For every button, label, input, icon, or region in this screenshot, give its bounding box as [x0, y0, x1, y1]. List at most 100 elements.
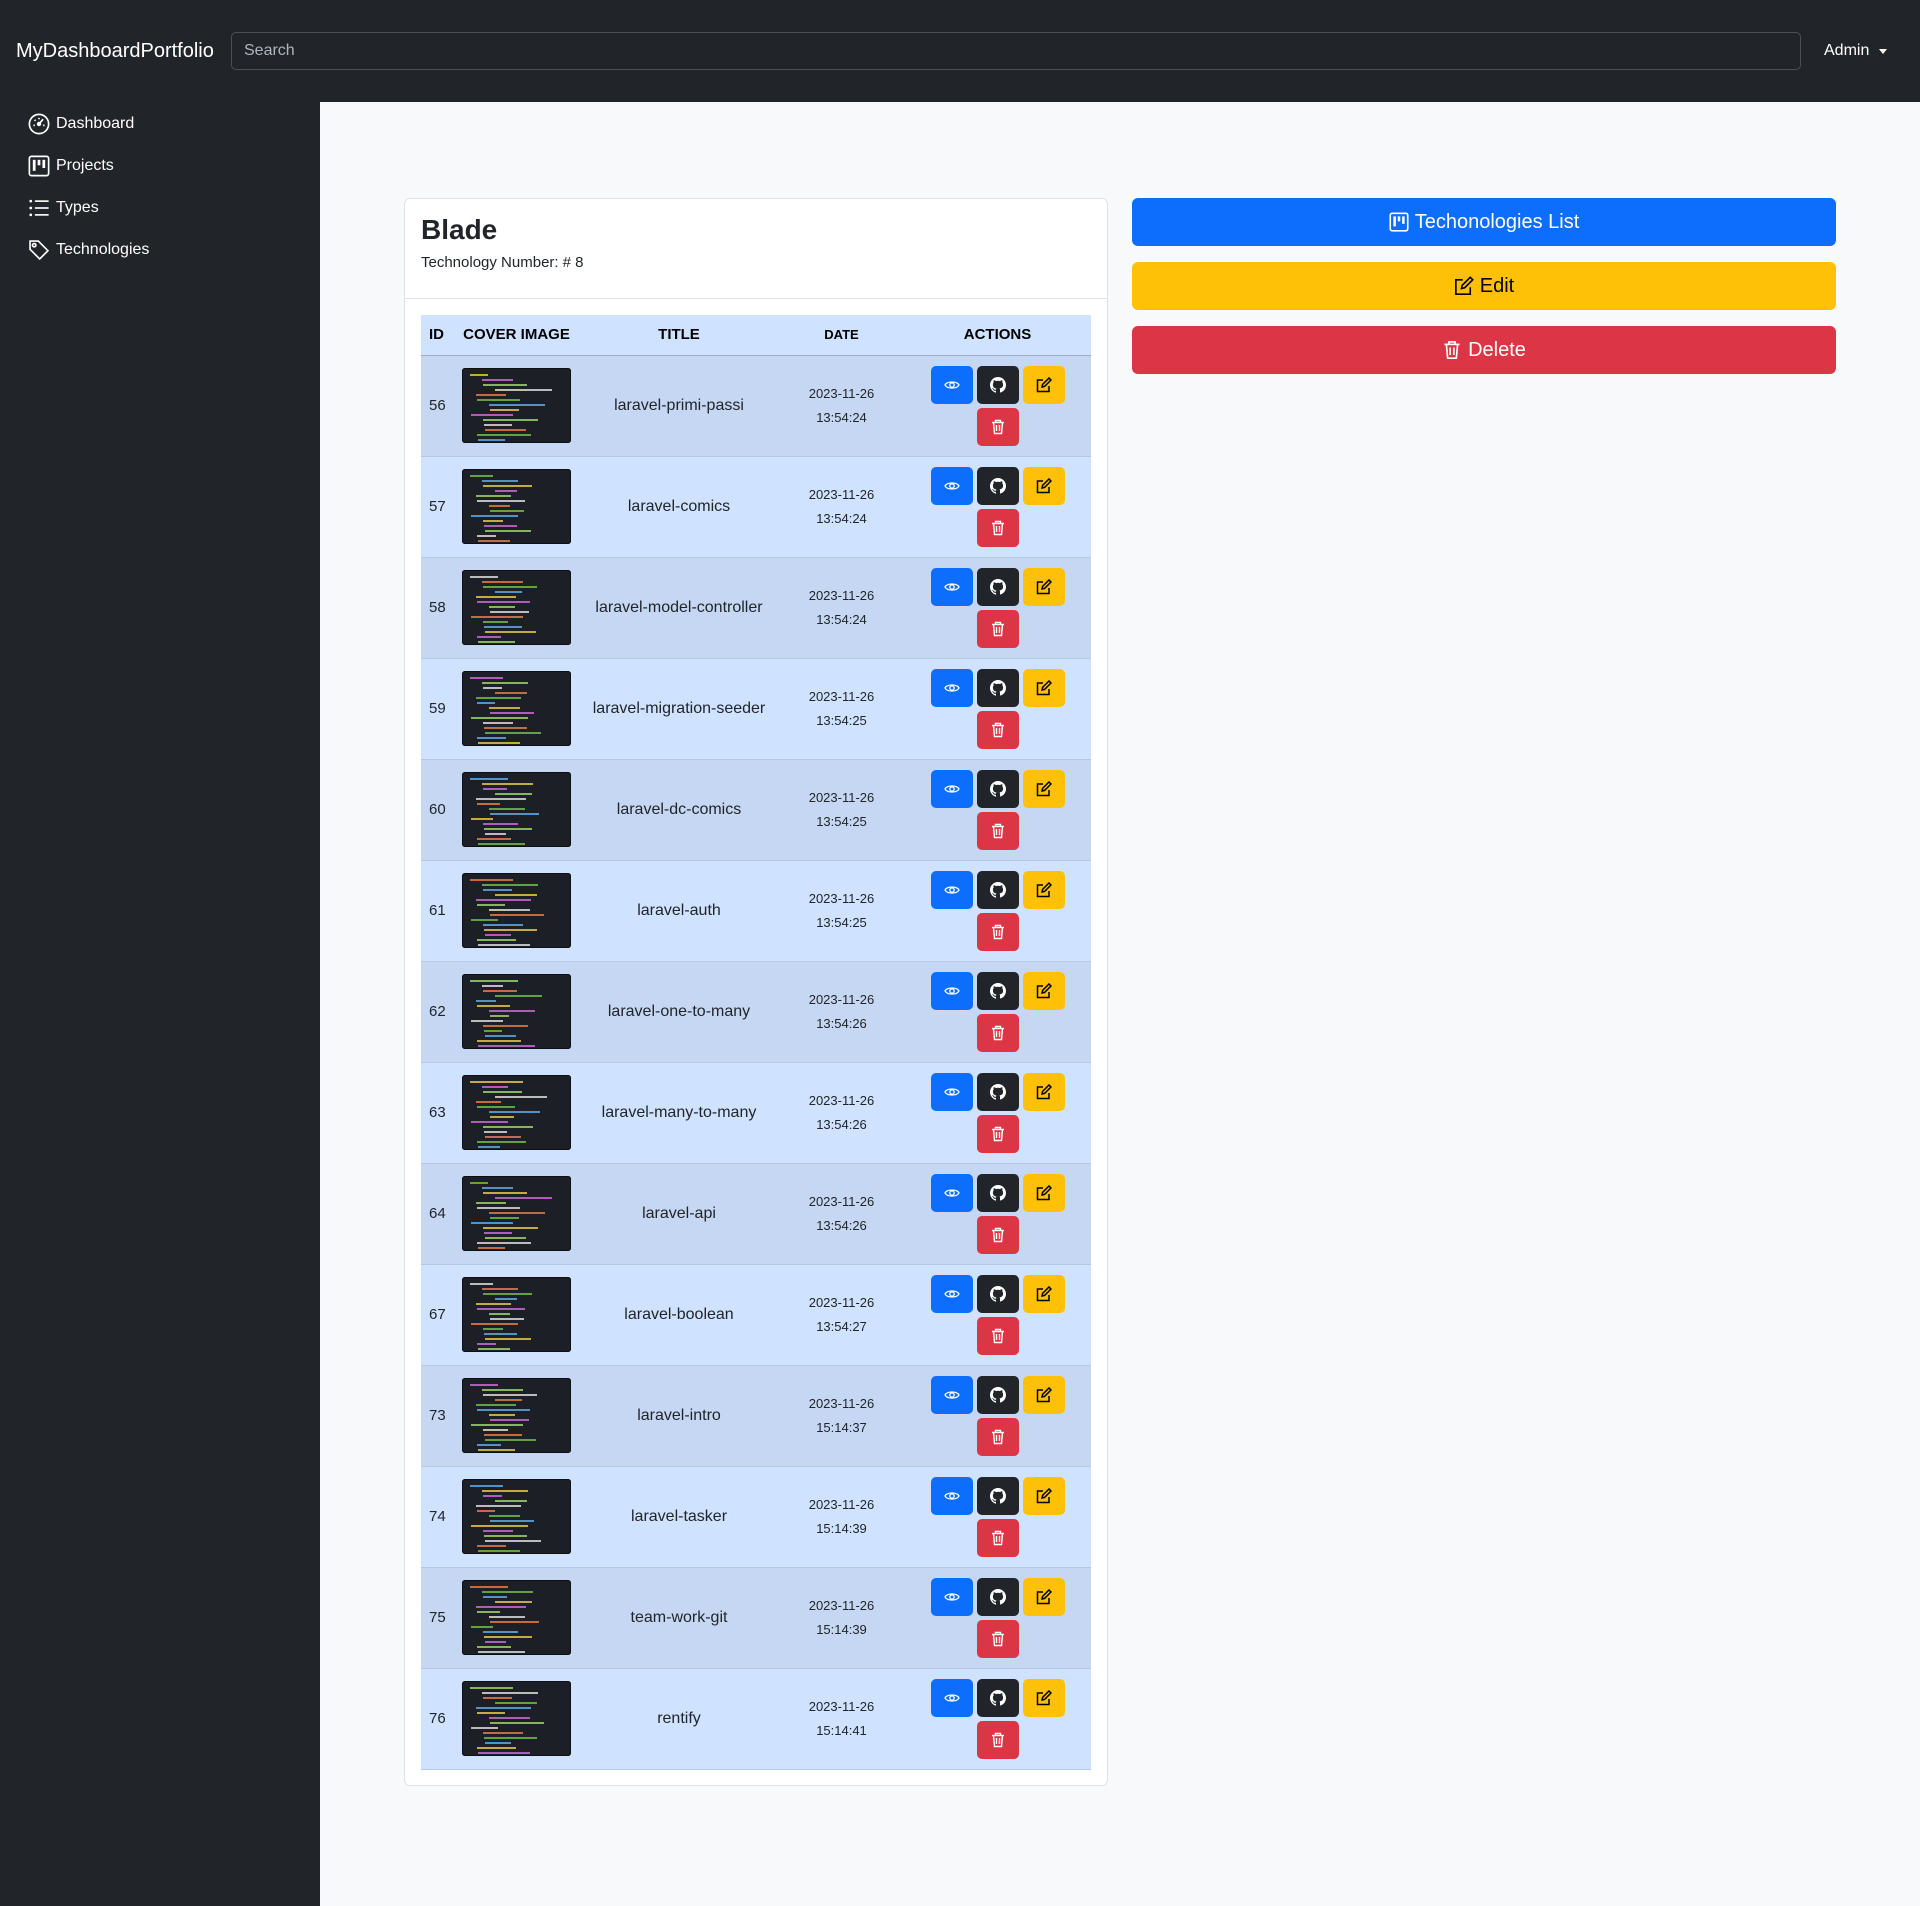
- edit-row-button[interactable]: [1022, 466, 1065, 505]
- github-button[interactable]: [976, 1274, 1019, 1313]
- table-row: 62 laravel-one-to-many 2023-11-26 13:54:…: [421, 961, 1091, 1063]
- view-button[interactable]: [930, 567, 973, 606]
- github-icon: [989, 881, 1006, 898]
- delete-row-button[interactable]: [976, 508, 1019, 547]
- edit-row-button[interactable]: [1022, 971, 1065, 1010]
- row-id: 58: [421, 557, 454, 659]
- view-button[interactable]: [930, 870, 973, 909]
- edit-row-button[interactable]: [1022, 1173, 1065, 1212]
- github-button[interactable]: [976, 971, 1019, 1010]
- table-body: 56 laravel-primi-passi 2023-11-26 13:54:…: [421, 355, 1091, 1770]
- row-actions: [904, 769, 1091, 850]
- github-button[interactable]: [976, 1678, 1019, 1717]
- row-date: 2023-11-26: [808, 587, 875, 603]
- delete-row-button[interactable]: [976, 1114, 1019, 1153]
- trash-icon: [991, 1732, 1004, 1747]
- github-button[interactable]: [976, 769, 1019, 808]
- github-icon: [989, 982, 1006, 999]
- technologies-list-button[interactable]: Techonologies List: [1132, 198, 1836, 246]
- view-button[interactable]: [930, 1678, 973, 1717]
- edit-row-button[interactable]: [1022, 567, 1065, 606]
- edit-row-button[interactable]: [1022, 769, 1065, 808]
- row-date: 2023-11-26: [808, 385, 875, 401]
- delete-row-button[interactable]: [976, 912, 1019, 951]
- row-time: 13:54:26: [816, 1015, 867, 1031]
- edit-row-button[interactable]: [1022, 365, 1065, 404]
- github-button[interactable]: [976, 567, 1019, 606]
- edit-label: Edit: [1479, 274, 1515, 297]
- view-button[interactable]: [930, 1173, 973, 1212]
- github-button[interactable]: [976, 365, 1019, 404]
- row-actions: [904, 1173, 1091, 1254]
- view-button[interactable]: [930, 668, 973, 707]
- github-button[interactable]: [976, 1476, 1019, 1515]
- edit-row-button[interactable]: [1022, 1476, 1065, 1515]
- delete-row-button[interactable]: [976, 1619, 1019, 1658]
- edit-row-button[interactable]: [1022, 1072, 1065, 1111]
- edit-row-button[interactable]: [1022, 1274, 1065, 1313]
- sidebar-item-dashboard[interactable]: Dashboard: [28, 111, 134, 137]
- view-button[interactable]: [930, 1274, 973, 1313]
- delete-row-button[interactable]: [976, 811, 1019, 850]
- row-id: 75: [421, 1567, 454, 1669]
- header-title: TITLE: [579, 315, 779, 356]
- edit-row-button[interactable]: [1022, 1678, 1065, 1717]
- delete-row-button[interactable]: [976, 1518, 1019, 1557]
- row-id: 56: [421, 355, 454, 457]
- pencil-square-icon: [1036, 982, 1052, 998]
- edit-row-button[interactable]: [1022, 1375, 1065, 1414]
- github-icon: [989, 1184, 1006, 1201]
- github-button[interactable]: [976, 668, 1019, 707]
- speedometer-icon: [28, 113, 50, 135]
- user-menu-toggle[interactable]: Admin: [1824, 40, 1888, 62]
- view-button[interactable]: [930, 1577, 973, 1616]
- edit-row-button[interactable]: [1022, 1577, 1065, 1616]
- delete-label: Delete: [1468, 338, 1526, 361]
- delete-row-button[interactable]: [976, 1215, 1019, 1254]
- sidebar-item-technologies[interactable]: Technologies: [28, 237, 149, 263]
- row-time: 13:54:24: [816, 611, 867, 627]
- row-title: team-work-git: [579, 1567, 779, 1669]
- view-button[interactable]: [930, 1476, 973, 1515]
- delete-row-button[interactable]: [976, 1013, 1019, 1052]
- row-title: laravel-comics: [579, 456, 779, 558]
- delete-row-button[interactable]: [976, 1417, 1019, 1456]
- search-input[interactable]: [231, 32, 1801, 70]
- trash-icon: [991, 823, 1004, 838]
- delete-row-button[interactable]: [976, 1720, 1019, 1759]
- github-button[interactable]: [976, 870, 1019, 909]
- view-button[interactable]: [930, 466, 973, 505]
- delete-row-button[interactable]: [976, 407, 1019, 446]
- github-button[interactable]: [976, 1375, 1019, 1414]
- sidebar-item-projects[interactable]: Projects: [28, 153, 114, 179]
- github-button[interactable]: [976, 1173, 1019, 1212]
- eye-icon: [943, 683, 960, 692]
- edit-row-button[interactable]: [1022, 870, 1065, 909]
- sidebar-item-label: Types: [56, 199, 99, 216]
- github-button[interactable]: [976, 1072, 1019, 1111]
- delete-row-button[interactable]: [976, 710, 1019, 749]
- delete-button[interactable]: Delete: [1132, 326, 1836, 374]
- trash-icon: [991, 924, 1004, 939]
- row-date: 2023-11-26: [808, 1395, 875, 1411]
- brand-logo[interactable]: MyDashboardPortfolio: [16, 38, 214, 64]
- delete-row-button[interactable]: [976, 1316, 1019, 1355]
- view-button[interactable]: [930, 1072, 973, 1111]
- edit-button[interactable]: Edit: [1132, 262, 1836, 310]
- sidebar-item-types[interactable]: Types: [28, 195, 99, 221]
- github-button[interactable]: [976, 466, 1019, 505]
- view-button[interactable]: [930, 365, 973, 404]
- github-icon: [989, 1689, 1006, 1706]
- edit-row-button[interactable]: [1022, 668, 1065, 707]
- eye-icon: [943, 1491, 960, 1500]
- trash-icon: [991, 1530, 1004, 1545]
- trash-icon: [991, 621, 1004, 636]
- view-button[interactable]: [930, 769, 973, 808]
- github-button[interactable]: [976, 1577, 1019, 1616]
- trash-icon: [991, 520, 1004, 535]
- delete-row-button[interactable]: [976, 609, 1019, 648]
- view-button[interactable]: [930, 971, 973, 1010]
- view-button[interactable]: [930, 1375, 973, 1414]
- github-icon: [989, 1386, 1006, 1403]
- row-id: 57: [421, 456, 454, 558]
